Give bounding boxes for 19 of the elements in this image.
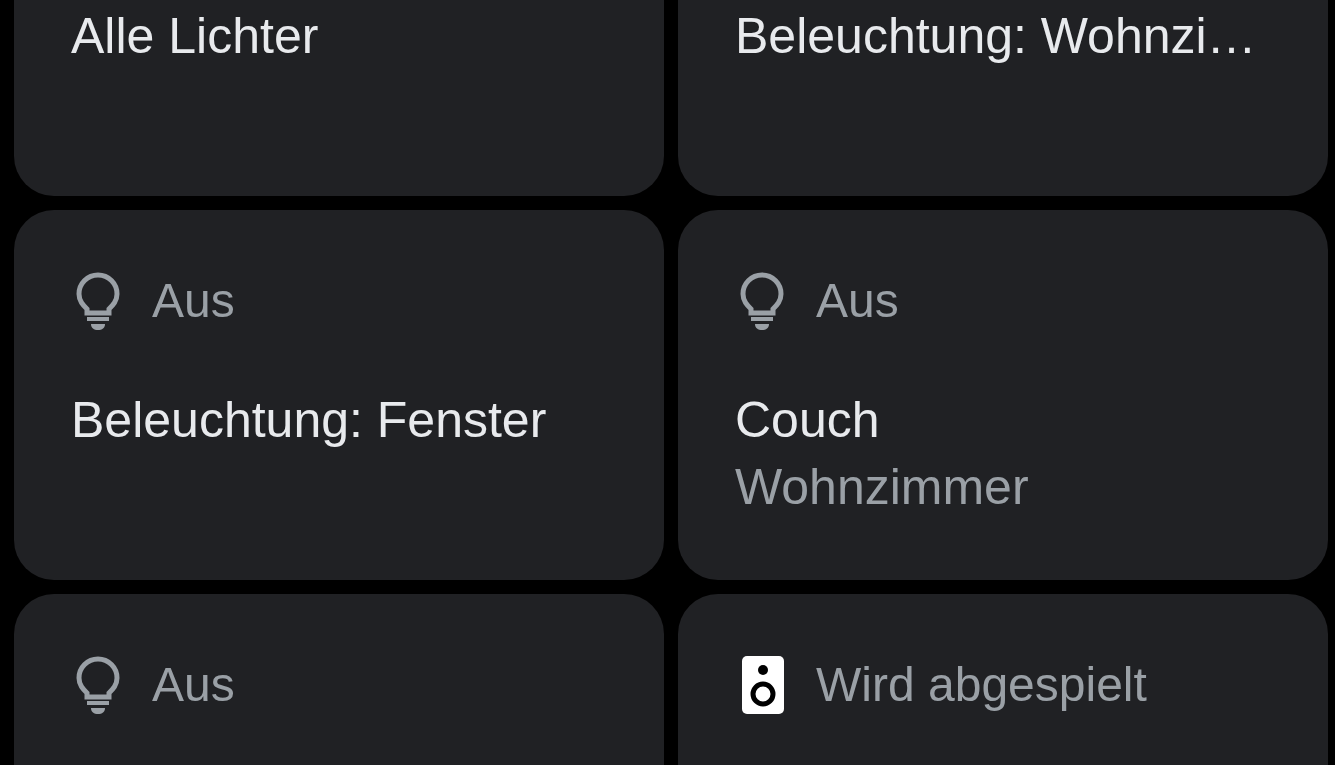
device-tile[interactable]: Beleuchtung: Wohnzi… [678,0,1328,196]
status-text: Wird abgespielt [816,657,1147,713]
tile-title: Alle Lichter [71,8,320,64]
tile-title: Couch [735,392,881,448]
lightbulb-icon [740,272,784,330]
lightbulb-icon [76,656,120,714]
status-text: Aus [152,273,235,329]
tile-title: Beleuchtung: Wohnzi… [735,8,1258,64]
speaker-icon [742,656,784,714]
device-tile[interactable]: Aus Beleuchtung: Fenster [14,210,664,580]
tile-subtitle: Wohnzimmer [735,459,1030,515]
status-text: Aus [816,273,899,329]
device-tile[interactable]: Alle Lichter [14,0,664,196]
lightbulb-icon [76,272,120,330]
status-text: Aus [152,657,235,713]
device-tile[interactable]: Aus Couch Wohnzimmer [678,210,1328,580]
device-tile[interactable]: Aus [14,594,664,765]
tile-title: Beleuchtung: Fenster [71,392,548,448]
device-tile[interactable]: Wird abgespielt [678,594,1328,765]
